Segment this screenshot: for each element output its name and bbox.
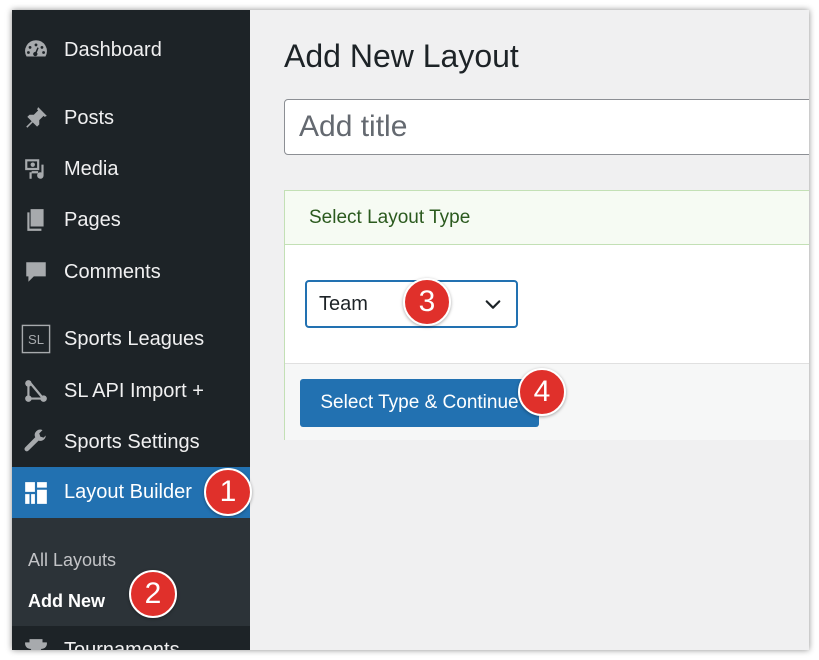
sidebar-item-pages[interactable]: Pages (12, 198, 250, 242)
sidebar-item-label: Pages (64, 208, 121, 231)
sidebar-item-label: Comments (64, 260, 161, 283)
step-badge-3: 3 (403, 278, 451, 326)
sidebar-item-tournaments[interactable]: Tournaments (12, 628, 250, 650)
api-import-icon (20, 375, 52, 407)
select-type-continue-button[interactable]: Select Type & Continue (300, 379, 539, 427)
sidebar-item-sports-leagues[interactable]: SL Sports Leagues (12, 317, 250, 361)
step-badge-2: 2 (129, 570, 177, 618)
dashboard-icon (20, 34, 52, 66)
sl-icon-text: SL (28, 332, 44, 347)
chevron-down-icon (485, 300, 501, 309)
comment-icon (20, 256, 52, 288)
main-content: Add New Layout Select Layout Type Team S… (250, 10, 809, 650)
trophy-icon (20, 634, 52, 650)
sidebar-item-label: Media (64, 157, 119, 180)
sidebar-item-sl-api-import[interactable]: SL API Import + (12, 369, 250, 413)
sidebar-item-sports-settings[interactable]: Sports Settings (12, 420, 250, 464)
sidebar-item-media[interactable]: Media (12, 147, 250, 191)
sidebar-item-label: Posts (64, 106, 115, 129)
wrench-icon (20, 426, 52, 458)
sl-icon: SL (20, 323, 52, 355)
media-icon (20, 153, 52, 185)
select-value: Team (319, 292, 368, 315)
sidebar-item-label: Dashboard (64, 38, 162, 61)
step-badge-4: 4 (518, 368, 566, 416)
submenu-item-add-new[interactable]: Add New (28, 591, 105, 612)
sidebar-item-label: Layout Builder (64, 481, 192, 503)
layout-builder-submenu: All Layouts Add New (12, 518, 250, 626)
sidebar-item-dashboard[interactable]: Dashboard (12, 28, 250, 72)
panel-header: Select Layout Type (285, 191, 809, 245)
sidebar-item-label: Tournaments (64, 638, 180, 651)
title-input[interactable] (284, 99, 809, 155)
admin-sidebar: Dashboard Posts Media Pages Comments SL … (12, 10, 250, 650)
sidebar-item-comments[interactable]: Comments (12, 250, 250, 294)
layout-builder-icon (20, 477, 52, 509)
sidebar-item-label: Sports Leagues (64, 327, 205, 350)
pages-icon (20, 204, 52, 236)
page-title: Add New Layout (284, 38, 519, 74)
pin-icon (20, 102, 52, 134)
sidebar-item-label: SL API Import + (64, 379, 204, 402)
submenu-item-all-layouts[interactable]: All Layouts (28, 550, 116, 571)
sidebar-item-label: Sports Settings (64, 430, 200, 453)
sidebar-item-posts[interactable]: Posts (12, 96, 250, 140)
app-window: Dashboard Posts Media Pages Comments SL … (12, 10, 809, 650)
step-badge-1: 1 (204, 468, 252, 516)
